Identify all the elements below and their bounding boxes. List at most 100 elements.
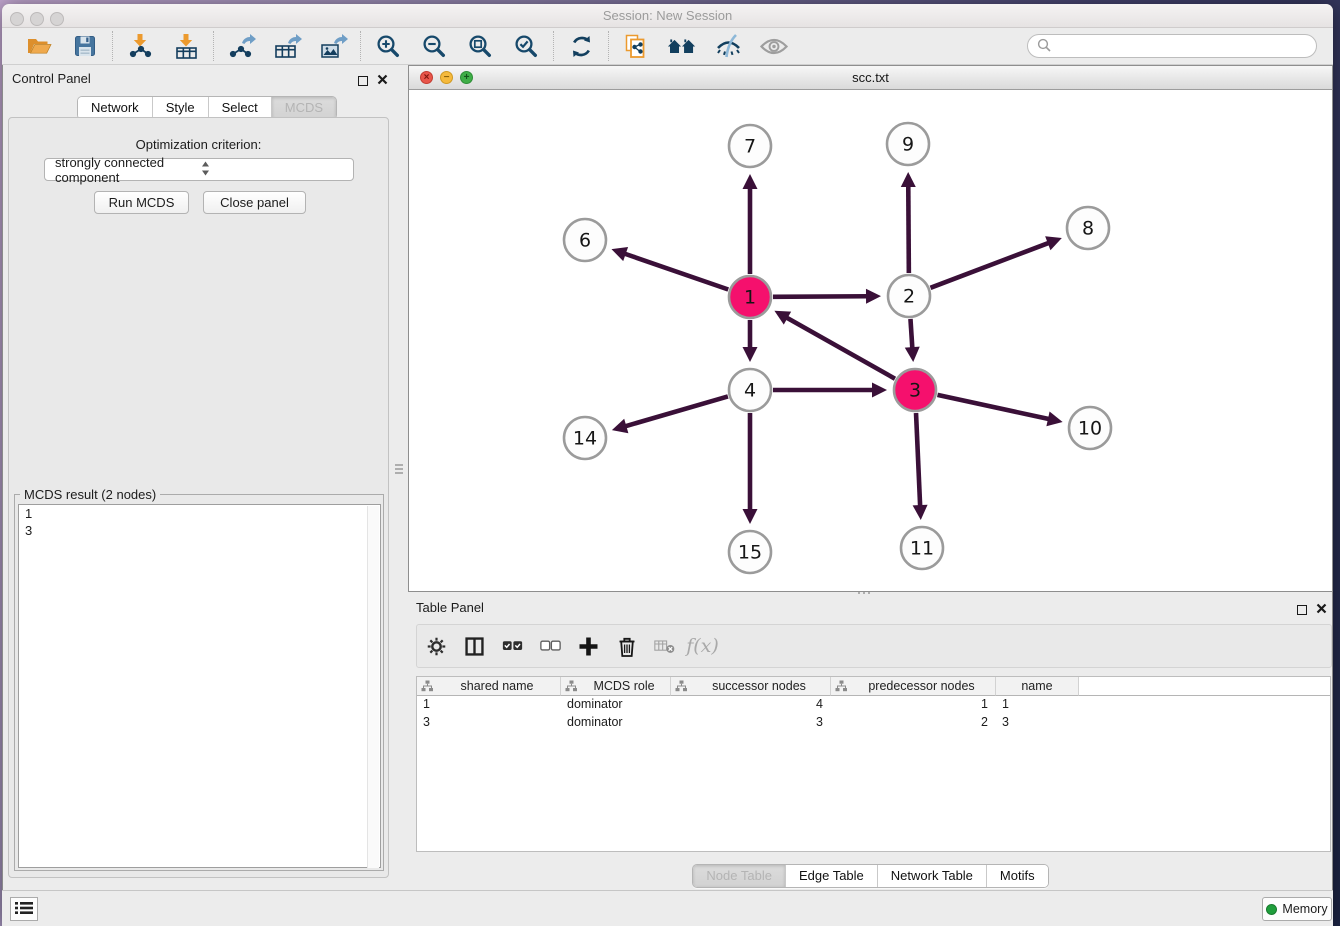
close-window-button[interactable] <box>10 12 24 26</box>
floppy-save-icon[interactable] <box>70 31 100 61</box>
control-panel-title: Control Panel <box>12 71 91 86</box>
edge-4-14[interactable] <box>624 396 728 426</box>
zoom-view-button[interactable]: + <box>460 71 473 84</box>
eye-slash-icon[interactable] <box>713 31 743 61</box>
table-cell[interactable]: 1 <box>417 696 561 714</box>
table-cell[interactable]: 3 <box>996 714 1079 732</box>
minimize-view-button[interactable]: − <box>440 71 453 84</box>
vertical-splitter-handle[interactable] <box>395 462 403 476</box>
edge-3-11[interactable] <box>916 413 920 507</box>
edge-arrowhead <box>872 383 887 398</box>
criterion-dropdown[interactable]: strongly connected component <box>44 158 354 181</box>
network-view-window: × − + scc.txt 7968124314101511 <box>408 65 1333 592</box>
minimize-window-button[interactable] <box>30 12 44 26</box>
toolbar-group <box>113 31 213 61</box>
tab-motifs[interactable]: Motifs <box>986 865 1048 887</box>
deselect-all-rows-icon[interactable] <box>540 633 561 659</box>
graph-node-label: 4 <box>744 380 756 402</box>
export-network-icon[interactable] <box>226 31 256 61</box>
export-table-icon[interactable] <box>272 31 302 61</box>
search-input[interactable] <box>1056 39 1307 54</box>
toolbar-group <box>609 31 801 61</box>
select-all-rows-icon[interactable] <box>502 633 523 659</box>
graph-node-label: 10 <box>1078 418 1102 440</box>
zoom-fit-icon[interactable] <box>465 31 495 61</box>
table-cell[interactable]: dominator <box>561 696 671 714</box>
tab-mcds[interactable]: MCDS <box>271 97 336 119</box>
float-panel-icon[interactable] <box>358 76 368 86</box>
table-cell[interactable]: 3 <box>671 714 831 732</box>
edge-1-6[interactable] <box>624 253 729 289</box>
graph-node-label: 8 <box>1082 218 1094 240</box>
zoom-out-icon[interactable] <box>419 31 449 61</box>
graph-node-label: 11 <box>910 538 934 560</box>
edge-arrowhead <box>901 172 916 187</box>
tab-select[interactable]: Select <box>208 97 271 119</box>
edge-arrowhead <box>612 419 628 433</box>
search-box[interactable] <box>1027 34 1317 58</box>
edge-1-2[interactable] <box>773 296 868 297</box>
edge-3-1[interactable] <box>786 317 895 379</box>
table-panel-header-buttons <box>1297 602 1327 617</box>
column-header-successor-nodes[interactable]: successor nodes <box>671 677 831 696</box>
column-settings-icon[interactable] <box>426 633 447 659</box>
column-header-predecessor-nodes[interactable]: predecessor nodes <box>831 677 996 696</box>
edge-2-9[interactable] <box>908 185 909 273</box>
memory-button[interactable]: Memory <box>1262 897 1332 921</box>
toolbar-group <box>12 31 112 61</box>
float-panel-icon[interactable] <box>1297 605 1307 615</box>
export-image-icon[interactable] <box>318 31 348 61</box>
tab-style[interactable]: Style <box>152 97 208 119</box>
function-builder-icon: f(x) <box>692 633 713 659</box>
houses-icon[interactable] <box>667 31 697 61</box>
graph-node-label: 6 <box>579 230 591 252</box>
tab-network[interactable]: Network <box>78 97 152 119</box>
result-scrollbar[interactable] <box>367 506 379 868</box>
tab-network-table[interactable]: Network Table <box>877 865 986 887</box>
tab-node-table[interactable]: Node Table <box>693 865 785 887</box>
folder-open-icon[interactable] <box>24 31 54 61</box>
network-canvas[interactable]: 7968124314101511 <box>409 90 1332 591</box>
table-row[interactable]: 1dominator411 <box>417 696 1330 714</box>
criterion-value: strongly connected component <box>55 155 201 185</box>
edge-3-10[interactable] <box>937 395 1049 419</box>
table-panel-tabs-wrap: Node TableEdge TableNetwork TableMotifs <box>408 864 1333 888</box>
table-cell[interactable]: 1 <box>831 696 996 714</box>
table-toolbar: f(x) <box>416 624 1332 668</box>
column-header-MCDS-role[interactable]: MCDS role <box>561 677 671 696</box>
optimization-criterion-label: Optimization criterion: <box>8 137 389 152</box>
zoom-window-button[interactable] <box>50 12 64 26</box>
split-panel-icon[interactable] <box>464 633 485 659</box>
mcds-result-list[interactable]: 13 <box>18 504 381 868</box>
tab-edge-table[interactable]: Edge Table <box>785 865 877 887</box>
column-header-name[interactable]: name <box>996 677 1079 696</box>
zoom-selected-icon[interactable] <box>511 31 541 61</box>
table-cell[interactable]: dominator <box>561 714 671 732</box>
edge-2-8[interactable] <box>931 243 1050 288</box>
task-history-button[interactable] <box>10 897 38 921</box>
delete-row-icon[interactable] <box>616 633 637 659</box>
toolbar-group <box>214 31 360 61</box>
graph-node-label: 3 <box>909 380 921 402</box>
close-panel-icon[interactable] <box>1316 602 1327 617</box>
column-header-shared-name[interactable]: shared name <box>417 677 561 696</box>
zoom-in-icon[interactable] <box>373 31 403 61</box>
refresh-icon[interactable] <box>566 31 596 61</box>
import-network-icon[interactable] <box>125 31 155 61</box>
graph-node-label: 2 <box>903 286 915 308</box>
run-mcds-button[interactable]: Run MCDS <box>94 191 189 214</box>
network-window-titlebar[interactable]: × − + scc.txt <box>409 66 1332 90</box>
network-snapshot-icon[interactable] <box>621 31 651 61</box>
close-panel-icon[interactable] <box>377 73 388 88</box>
table-cell[interactable]: 4 <box>671 696 831 714</box>
table-cell[interactable]: 1 <box>996 696 1079 714</box>
close-panel-button[interactable]: Close panel <box>203 191 306 214</box>
edge-arrowhead <box>913 505 928 520</box>
close-view-button[interactable]: × <box>420 71 433 84</box>
import-table-icon[interactable] <box>171 31 201 61</box>
add-row-icon[interactable] <box>578 633 599 659</box>
table-cell[interactable]: 3 <box>417 714 561 732</box>
table-row[interactable]: 3dominator323 <box>417 714 1330 732</box>
table-cell[interactable]: 2 <box>831 714 996 732</box>
edge-2-3[interactable] <box>910 319 912 349</box>
